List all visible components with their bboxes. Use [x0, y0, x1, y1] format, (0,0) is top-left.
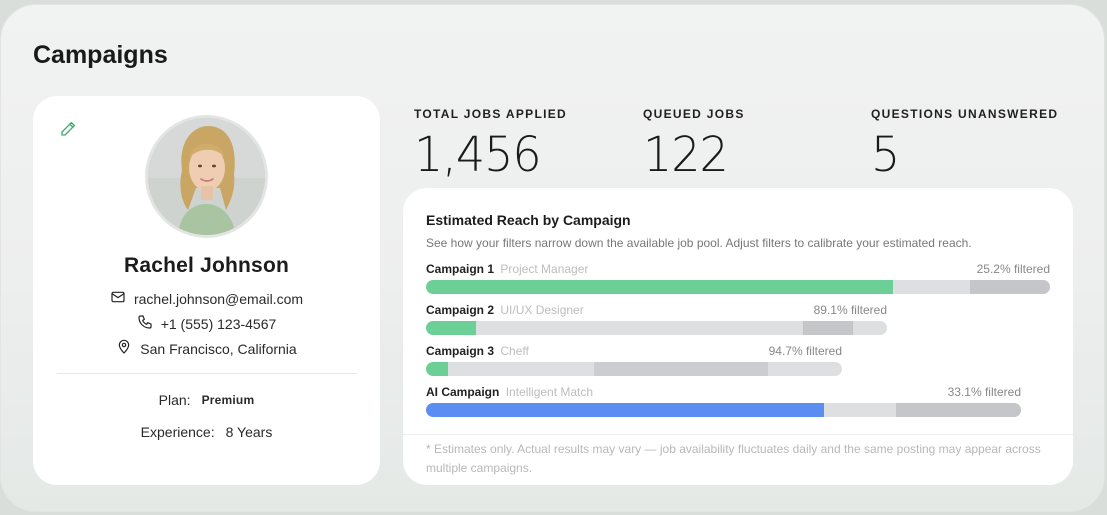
stat-value: 122 [643, 125, 729, 183]
campaign-name: Campaign 1 [426, 262, 495, 276]
campaign-filtered: 33.1% filtered [947, 385, 1021, 399]
campaign-filtered: 89.1% filtered [813, 303, 887, 317]
reach-bar [426, 280, 1050, 294]
stat-value: 5 [871, 125, 900, 183]
reach-subtitle: See how your filters narrow down the ava… [426, 236, 972, 250]
reach-bar-fill [426, 403, 825, 417]
avatar [145, 115, 268, 238]
reach-title: Estimated Reach by Campaign [426, 212, 631, 228]
campaign-row-2[interactable]: Campaign 2 UI/UX Designer 89.1% filtered [426, 303, 887, 335]
email-text[interactable]: rachel.johnson@email.com [134, 291, 303, 307]
reach-bar-fill [426, 280, 893, 294]
stat-label: TOTAL JOBS APPLIED [414, 107, 567, 121]
reach-card: Estimated Reach by Campaign See how your… [403, 188, 1073, 485]
profile-name: Rachel Johnson [124, 254, 289, 277]
campaign-name: AI Campaign [426, 385, 500, 399]
stat-questions-unanswered: QUESTIONS UNANSWERED 5 [871, 107, 1059, 183]
pencil-icon[interactable] [59, 120, 77, 138]
phone-icon [137, 314, 153, 333]
plan-value: Premium [201, 393, 255, 407]
campaign-name: Campaign 2 [426, 303, 495, 317]
reach-bar-fill [426, 362, 449, 376]
stat-label: QUESTIONS UNANSWERED [871, 107, 1059, 121]
experience-label: Experience: [140, 424, 215, 440]
stat-value: 1,456 [414, 125, 542, 183]
divider [57, 373, 357, 374]
location-row: San Francisco, California [33, 339, 380, 358]
campaign-filtered: 25.2% filtered [976, 262, 1050, 276]
campaign-row-3[interactable]: Campaign 3 Cheff 94.7% filtered [426, 344, 842, 376]
campaign-role: Project Manager [500, 262, 589, 276]
reach-bar [426, 403, 1021, 417]
location-text: San Francisco, California [140, 340, 297, 357]
campaign-row-ai[interactable]: AI Campaign Intelligent Match 33.1% filt… [426, 385, 1021, 417]
plan-label: Plan: [158, 392, 191, 408]
email-row: rachel.johnson@email.com [33, 289, 380, 308]
campaign-role: Cheff [500, 344, 529, 358]
reach-bar-fill [426, 321, 477, 335]
campaign-role: Intelligent Match [505, 385, 594, 399]
experience-value: 8 Years [225, 424, 273, 440]
reach-bar [426, 362, 842, 376]
phone-text[interactable]: +1 (555) 123-4567 [161, 316, 277, 332]
reach-bar [426, 321, 887, 335]
campaign-filtered: 94.7% filtered [768, 344, 842, 358]
campaign-name: Campaign 3 [426, 344, 495, 358]
divider [403, 434, 1073, 435]
location-pin-icon [116, 339, 132, 358]
profile-card: Rachel Johnson rachel.johnson@email.com … [33, 96, 380, 485]
stat-total-jobs: TOTAL JOBS APPLIED 1,456 [414, 107, 567, 183]
campaigns-panel: Campaigns Rachel Johnson rachel.johnson@… [0, 4, 1105, 512]
disclaimer-note: * Estimates only. Actual results may var… [426, 442, 1041, 475]
campaign-role: UI/UX Designer [500, 303, 584, 317]
experience-row: Experience: 8 Years [33, 424, 380, 440]
plan-row: Plan: Premium [33, 392, 380, 408]
phone-row: +1 (555) 123-4567 [33, 314, 380, 333]
stat-label: QUEUED JOBS [643, 107, 745, 121]
campaign-row-1[interactable]: Campaign 1 Project Manager 25.2% filtere… [426, 262, 1050, 294]
stat-queued-jobs: QUEUED JOBS 122 [643, 107, 745, 183]
page-title: Campaigns [33, 41, 168, 69]
mail-icon [110, 289, 126, 308]
